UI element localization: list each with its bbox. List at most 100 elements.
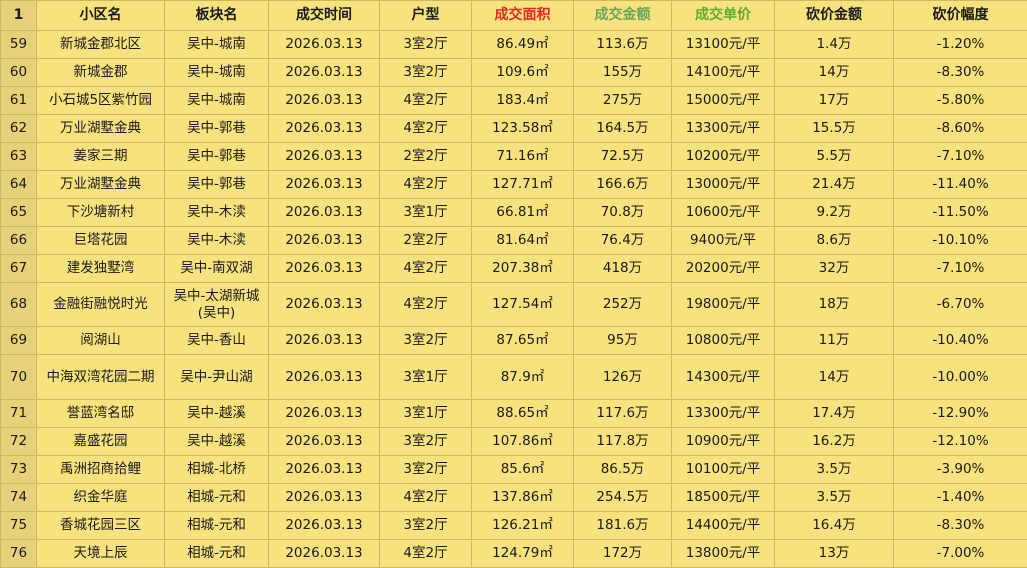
cell-name[interactable]: 誉蓝湾名邸 [37,400,165,428]
cell-area[interactable]: 109.6㎡ [472,59,574,87]
header-cut-pct[interactable]: 砍价幅度 [894,1,1027,31]
cell-area[interactable]: 88.65㎡ [472,400,574,428]
cell-area[interactable]: 107.86㎡ [472,428,574,456]
cell-area[interactable]: 124.79㎡ [472,540,574,568]
cell-cut-pct[interactable]: -1.20% [894,31,1027,59]
row-number[interactable]: 63 [1,143,37,171]
cell-total[interactable]: 86.5万 [574,456,672,484]
cell-cut-pct[interactable]: -12.10% [894,428,1027,456]
cell-date[interactable]: 2026.03.13 [269,31,380,59]
header-layout[interactable]: 户型 [380,1,472,31]
cell-cut-pct[interactable]: -10.10% [894,227,1027,255]
cell-cut-amount[interactable]: 3.5万 [775,456,894,484]
cell-area[interactable]: 137.86㎡ [472,484,574,512]
cell-area[interactable]: 123.58㎡ [472,115,574,143]
cell-name[interactable]: 织金华庭 [37,484,165,512]
cell-total[interactable]: 70.8万 [574,199,672,227]
cell-date[interactable]: 2026.03.13 [269,171,380,199]
cell-name[interactable]: 建发独墅湾 [37,255,165,283]
row-number[interactable]: 61 [1,87,37,115]
cell-cut-amount[interactable]: 16.4万 [775,512,894,540]
cell-unit-price[interactable]: 10200元/平 [672,143,775,171]
cell-area[interactable]: 183.4㎡ [472,87,574,115]
cell-total[interactable]: 76.4万 [574,227,672,255]
cell-total[interactable]: 275万 [574,87,672,115]
cell-layout[interactable]: 3室2厅 [380,456,472,484]
cell-layout[interactable]: 4室2厅 [380,283,472,327]
cell-cut-amount[interactable]: 3.5万 [775,484,894,512]
cell-date[interactable]: 2026.03.13 [269,199,380,227]
cell-block[interactable]: 吴中-郭巷 [165,171,269,199]
cell-block[interactable]: 吴中-郭巷 [165,143,269,171]
cell-cut-pct[interactable]: -12.90% [894,400,1027,428]
cell-unit-price[interactable]: 10900元/平 [672,428,775,456]
header-date[interactable]: 成交时间 [269,1,380,31]
cell-cut-amount[interactable]: 5.5万 [775,143,894,171]
cell-unit-price[interactable]: 10600元/平 [672,199,775,227]
cell-area[interactable]: 127.71㎡ [472,171,574,199]
cell-layout[interactable]: 2室2厅 [380,143,472,171]
cell-name[interactable]: 阅湖山 [37,327,165,355]
cell-unit-price[interactable]: 20200元/平 [672,255,775,283]
cell-name[interactable]: 新城金郡北区 [37,31,165,59]
cell-total[interactable]: 72.5万 [574,143,672,171]
cell-date[interactable]: 2026.03.13 [269,456,380,484]
cell-name[interactable]: 巨塔花园 [37,227,165,255]
header-name[interactable]: 小区名 [37,1,165,31]
cell-layout[interactable]: 3室1厅 [380,199,472,227]
cell-unit-price[interactable]: 10100元/平 [672,456,775,484]
cell-name[interactable]: 金融街融悦时光 [37,283,165,327]
row-number-header[interactable]: 1 [1,1,37,31]
cell-unit-price[interactable]: 9400元/平 [672,227,775,255]
cell-total[interactable]: 113.6万 [574,31,672,59]
cell-date[interactable]: 2026.03.13 [269,355,380,400]
row-number[interactable]: 70 [1,355,37,400]
cell-unit-price[interactable]: 13000元/平 [672,171,775,199]
cell-block[interactable]: 吴中-木渎 [165,227,269,255]
row-number[interactable]: 65 [1,199,37,227]
cell-cut-amount[interactable]: 17万 [775,87,894,115]
cell-total[interactable]: 155万 [574,59,672,87]
cell-total[interactable]: 126万 [574,355,672,400]
cell-total[interactable]: 117.8万 [574,428,672,456]
cell-date[interactable]: 2026.03.13 [269,255,380,283]
cell-cut-pct[interactable]: -8.60% [894,115,1027,143]
cell-unit-price[interactable]: 15000元/平 [672,87,775,115]
cell-block[interactable]: 吴中-香山 [165,327,269,355]
cell-cut-amount[interactable]: 8.6万 [775,227,894,255]
cell-block[interactable]: 相城-北桥 [165,456,269,484]
cell-total[interactable]: 166.6万 [574,171,672,199]
cell-cut-pct[interactable]: -5.80% [894,87,1027,115]
cell-total[interactable]: 252万 [574,283,672,327]
cell-total[interactable]: 254.5万 [574,484,672,512]
row-number[interactable]: 69 [1,327,37,355]
cell-name[interactable]: 姜家三期 [37,143,165,171]
cell-total[interactable]: 181.6万 [574,512,672,540]
cell-cut-pct[interactable]: -10.00% [894,355,1027,400]
cell-layout[interactable]: 3室2厅 [380,59,472,87]
header-area[interactable]: 成交面积 [472,1,574,31]
row-number[interactable]: 75 [1,512,37,540]
cell-total[interactable]: 172万 [574,540,672,568]
cell-cut-pct[interactable]: -3.90% [894,456,1027,484]
cell-date[interactable]: 2026.03.13 [269,143,380,171]
cell-cut-pct[interactable]: -11.40% [894,171,1027,199]
cell-cut-pct[interactable]: -10.40% [894,327,1027,355]
cell-area[interactable]: 127.54㎡ [472,283,574,327]
row-number[interactable]: 60 [1,59,37,87]
cell-name[interactable]: 天境上辰 [37,540,165,568]
row-number[interactable]: 71 [1,400,37,428]
cell-block[interactable]: 吴中-城南 [165,59,269,87]
cell-date[interactable]: 2026.03.13 [269,540,380,568]
cell-layout[interactable]: 3室1厅 [380,355,472,400]
cell-name[interactable]: 万业湖墅金典 [37,115,165,143]
cell-block[interactable]: 吴中-越溪 [165,400,269,428]
cell-cut-amount[interactable]: 11万 [775,327,894,355]
cell-date[interactable]: 2026.03.13 [269,283,380,327]
cell-name[interactable]: 新城金郡 [37,59,165,87]
cell-unit-price[interactable]: 13800元/平 [672,540,775,568]
cell-cut-amount[interactable]: 16.2万 [775,428,894,456]
cell-name[interactable]: 万业湖墅金典 [37,171,165,199]
cell-block[interactable]: 吴中-越溪 [165,428,269,456]
cell-unit-price[interactable]: 19800元/平 [672,283,775,327]
